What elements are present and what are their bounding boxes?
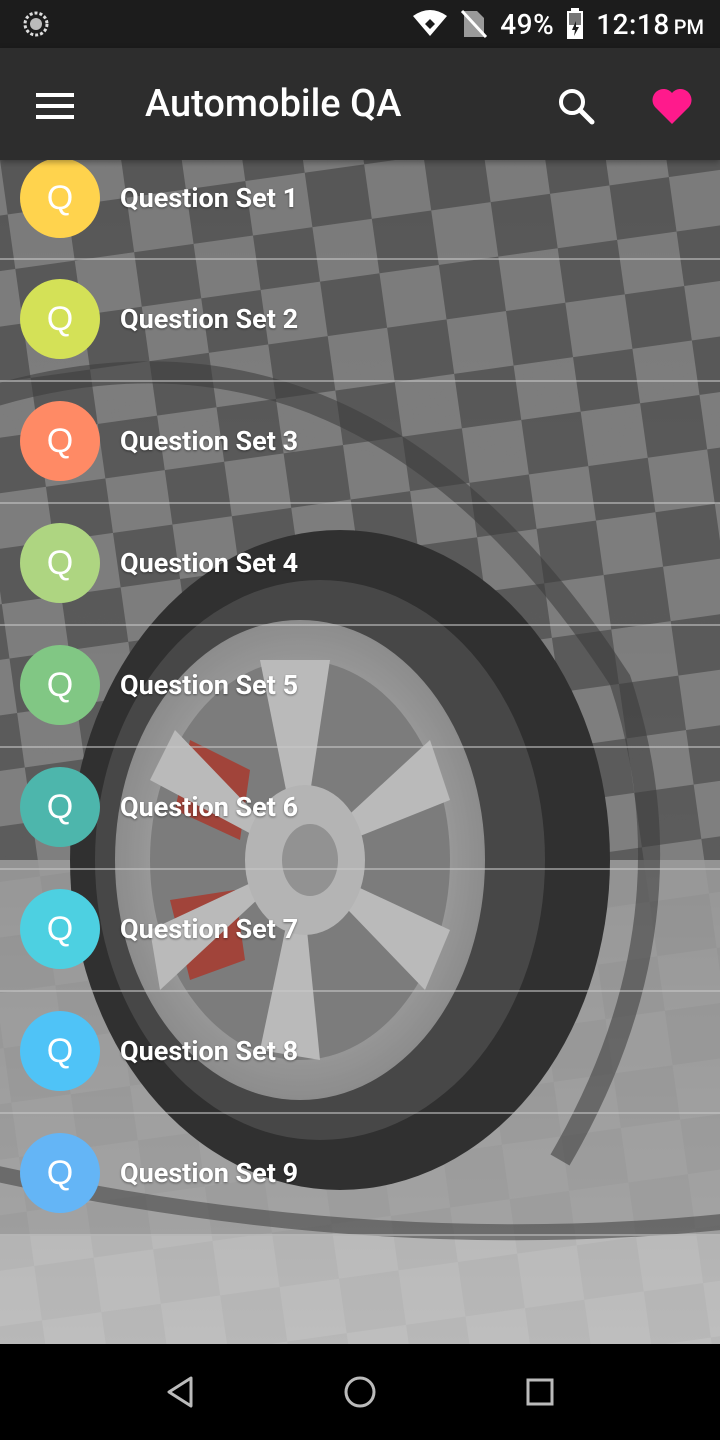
list-item[interactable]: Q Question Set 3: [0, 382, 720, 504]
home-icon[interactable]: [336, 1368, 384, 1416]
clock-ampm: PM: [673, 14, 704, 39]
loading-icon: [22, 10, 50, 38]
recents-icon[interactable]: [516, 1368, 564, 1416]
question-avatar: Q: [20, 1011, 100, 1091]
question-avatar: Q: [20, 1133, 100, 1213]
list-item[interactable]: Q Question Set 6: [0, 748, 720, 870]
list-item[interactable]: Q Question Set 2: [0, 260, 720, 382]
question-set-list: Q Question Set 1 Q Question Set 2 Q Question …: [0, 160, 720, 1236]
question-set-label: Question Set 2: [120, 303, 299, 335]
heart-icon[interactable]: [644, 78, 700, 134]
question-set-label: Question Set 4: [120, 547, 299, 579]
list-item[interactable]: Q Question Set 5: [0, 626, 720, 748]
question-avatar: Q: [20, 889, 100, 969]
question-avatar: Q: [20, 401, 100, 481]
question-avatar: Q: [20, 767, 100, 847]
wifi-icon: [412, 10, 448, 38]
question-set-label: Question Set 6: [120, 791, 299, 823]
question-avatar: Q: [20, 645, 100, 725]
question-set-label: Question Set 5: [120, 669, 299, 701]
question-set-label: Question Set 1: [120, 182, 299, 214]
nav-bar: [0, 1344, 720, 1440]
question-set-label: Question Set 9: [120, 1157, 299, 1189]
status-bar: 49% 12:18 PM: [0, 0, 720, 48]
content-area: Q Question Set 1 Q Question Set 2 Q Question …: [0, 160, 720, 1344]
list-item[interactable]: Q Question Set 7: [0, 870, 720, 992]
list-item[interactable]: Q Question Set 1: [0, 160, 720, 260]
list-item[interactable]: Q Question Set 9: [0, 1114, 720, 1236]
question-set-label: Question Set 7: [120, 913, 299, 945]
app-title: Automobile QA: [145, 82, 402, 126]
question-set-label: Question Set 3: [120, 425, 299, 457]
menu-icon[interactable]: [28, 78, 84, 134]
status-right: 49% 12:18 PM: [412, 0, 704, 48]
app-bar: Automobile QA: [0, 48, 720, 160]
list-item[interactable]: Q Question Set 4: [0, 504, 720, 626]
battery-icon: [566, 8, 584, 40]
no-sim-icon: [460, 9, 488, 39]
question-avatar: Q: [20, 523, 100, 603]
question-set-label: Question Set 8: [120, 1035, 299, 1067]
back-icon[interactable]: [156, 1368, 204, 1416]
search-icon[interactable]: [548, 78, 604, 134]
list-item[interactable]: Q Question Set 8: [0, 992, 720, 1114]
clock-time: 12:18: [596, 7, 670, 41]
question-avatar: Q: [20, 279, 100, 359]
battery-percent: 49%: [500, 7, 555, 41]
question-avatar: Q: [20, 160, 100, 238]
